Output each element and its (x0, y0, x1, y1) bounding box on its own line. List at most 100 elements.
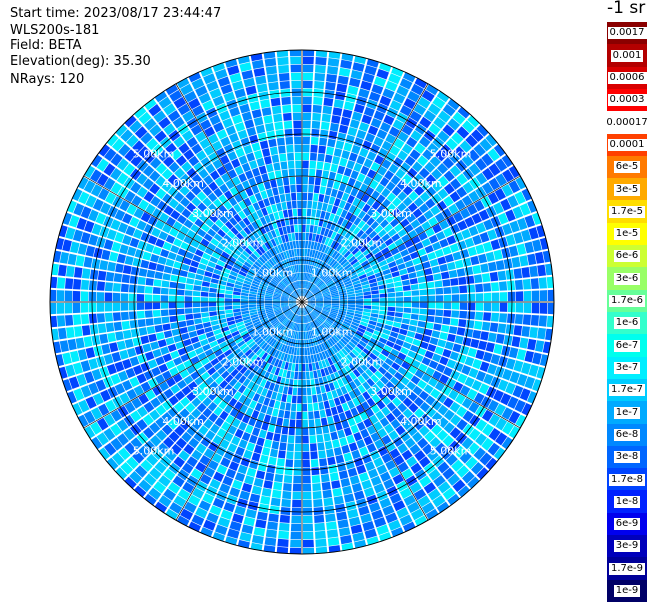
range-gate-cell (302, 499, 312, 508)
range-gate-cell (387, 302, 396, 307)
range-gate-cell (283, 120, 293, 129)
range-gate-cell (395, 297, 404, 302)
range-gate-cell (290, 531, 302, 540)
range-gate-cell (427, 343, 437, 353)
range-gate-cell (495, 333, 505, 344)
range-gate-cell (337, 429, 346, 439)
range-gate-cell (511, 256, 521, 268)
range-gate-cell (351, 449, 361, 460)
range-gate-cell (284, 185, 291, 194)
range-gate-cell (248, 299, 257, 302)
range-gate-cell (176, 295, 185, 302)
range-gate-cell (194, 318, 203, 325)
range-gate-cell (402, 285, 411, 291)
range-gate-cell (155, 356, 165, 366)
range-gate-cell (246, 127, 257, 137)
range-gate-cell (70, 241, 80, 254)
colorbar-label: 6e-7 (613, 339, 641, 352)
range-gate-cell (418, 314, 427, 322)
colorbar-segment: 1.7e-7 (607, 378, 647, 402)
colorbar-segment: 1e-7 (607, 401, 647, 425)
range-gate-cell (394, 312, 403, 318)
range-gate-cell (387, 311, 395, 317)
range-gate-cell (289, 547, 301, 554)
range-gate-cell (454, 335, 464, 345)
range-gate-cell (251, 535, 264, 545)
range-gate-cell (467, 246, 477, 257)
range-gate-cell (371, 290, 379, 295)
colorbar-label: 1e-6 (613, 317, 641, 330)
range-gate-cell (322, 425, 330, 434)
range-gate-cell (138, 327, 148, 336)
range-gate-cell (168, 295, 177, 302)
range-gate-cell (451, 294, 460, 302)
range-gate-cell (522, 278, 531, 290)
range-gate-cell (523, 302, 532, 314)
colorbar-label: 6e-6 (613, 250, 641, 263)
elevation-label: Elevation(deg): 35.30 (10, 54, 151, 69)
range-gate-cell (337, 462, 347, 472)
range-ring-label: 5.00km (133, 148, 175, 161)
polar-grid (49, 49, 555, 555)
range-gate-cell (259, 140, 269, 150)
range-gate-cell (324, 441, 333, 450)
range-gate-cell (287, 152, 294, 161)
range-gate-cell (134, 345, 144, 355)
range-gate-cell (318, 194, 325, 203)
range-gate-cell (281, 96, 291, 105)
range-gate-cell (201, 312, 210, 318)
range-gate-cell (454, 259, 464, 269)
range-gate-cell (347, 296, 356, 300)
colorbar-label: 6e-9 (613, 518, 641, 531)
colorbar-label: 3e-7 (613, 362, 641, 374)
range-gate-cell (363, 295, 372, 299)
range-gate-cell (254, 444, 263, 454)
range-gate-cell (333, 99, 344, 109)
range-gate-cell (224, 302, 233, 306)
range-gate-cell (411, 290, 420, 296)
range-gate-cell (267, 74, 278, 83)
range-gate-cell (409, 278, 418, 285)
range-gate-cell (480, 263, 489, 273)
range-gate-cell (472, 265, 482, 275)
range-gate-cell (439, 238, 449, 248)
range-gate-cell (287, 435, 295, 444)
range-gate-cell (195, 274, 204, 281)
range-gate-cell (255, 519, 267, 529)
range-gate-cell (254, 150, 263, 160)
range-gate-cell (431, 330, 441, 339)
colorbar-segment: 1.7e-5 (607, 200, 647, 224)
range-gate-cell (303, 547, 315, 554)
range-gate-cell (273, 481, 283, 491)
range-gate-cell (290, 539, 301, 548)
range-gate-cell (194, 279, 203, 286)
range-gate-cell (312, 104, 322, 113)
range-gate-cell (315, 530, 326, 539)
range-gate-cell (104, 282, 113, 292)
range-gate-cell (429, 337, 439, 346)
range-gate-cell (459, 310, 468, 319)
range-gate-cell (209, 282, 218, 289)
range-gate-cell (327, 456, 336, 466)
range-gate-cell (331, 480, 341, 489)
range-gate-cell (451, 302, 460, 310)
range-gate-cell (280, 161, 288, 170)
range-gate-cell (58, 327, 67, 340)
range-gate-cell (251, 427, 261, 437)
colorbar-segment: 6e-8 (607, 423, 647, 447)
range-gate-cell (225, 309, 233, 314)
range-gate-cell (122, 265, 132, 275)
colorbar-segment: 3e-5 (607, 178, 647, 201)
range-gate-cell (332, 439, 341, 448)
range-gate-cell (291, 395, 297, 404)
range-gate-cell (429, 258, 439, 267)
range-gate-cell (363, 291, 371, 296)
range-gate-cell (299, 240, 302, 249)
range-gate-cell (481, 273, 491, 283)
range-gate-cell (305, 371, 310, 380)
range-gate-cell (307, 192, 313, 201)
range-gate-cell (155, 238, 165, 248)
range-gate-cell (292, 491, 302, 500)
colorbar-label: 3e-6 (613, 272, 641, 285)
range-gate-cell (337, 75, 349, 85)
